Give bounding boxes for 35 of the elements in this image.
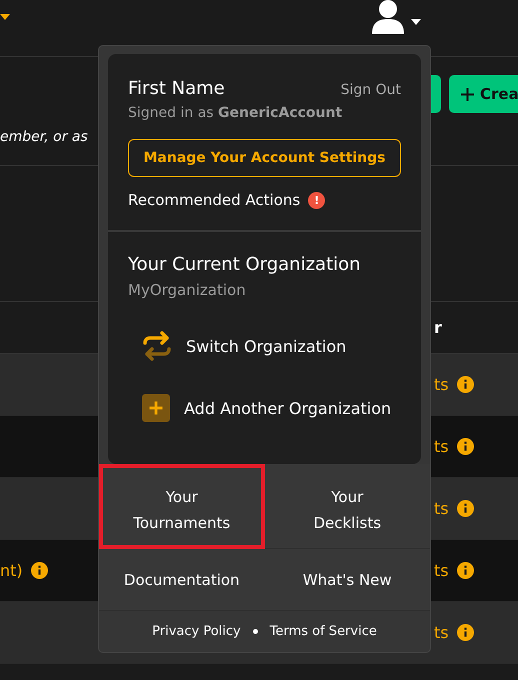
info-icon bbox=[30, 562, 48, 579]
intro-text: ember, or as bbox=[0, 129, 88, 145]
sign-out-link[interactable]: Sign Out bbox=[340, 82, 401, 98]
table-cell: nt) bbox=[0, 561, 23, 580]
recommended-actions-link[interactable]: Recommended Actions bbox=[128, 191, 300, 209]
account-settings-button[interactable]: Manage Your Account Settings bbox=[128, 139, 401, 177]
table-cell: ts bbox=[434, 499, 449, 518]
table-cell: ts bbox=[434, 437, 449, 456]
info-icon bbox=[456, 500, 474, 517]
footer-link[interactable]: Terms of Service bbox=[270, 624, 377, 639]
menu-tile[interactable]: Your Tournaments bbox=[99, 464, 264, 549]
caret-icon[interactable] bbox=[0, 14, 10, 20]
swap-arrows-icon bbox=[142, 331, 172, 361]
plus-square-icon bbox=[142, 394, 170, 422]
signed-in-text: Signed in as GenericAccount bbox=[128, 105, 344, 121]
separator-dot bbox=[252, 629, 258, 634]
plus-icon bbox=[461, 88, 474, 100]
organization-action[interactable]: Add Another Organization bbox=[128, 377, 401, 439]
info-icon bbox=[456, 624, 474, 641]
organization-title: Your Current Organization bbox=[128, 254, 362, 275]
info-icon bbox=[456, 562, 474, 579]
caret-icon[interactable] bbox=[411, 19, 421, 25]
organization-action[interactable]: Switch Organization bbox=[128, 315, 401, 377]
column-header: r bbox=[434, 318, 442, 337]
info-icon bbox=[456, 376, 474, 393]
alert-badge: ! bbox=[308, 192, 326, 208]
table-cell: ts bbox=[434, 623, 449, 642]
user-icon[interactable] bbox=[372, 0, 404, 34]
table-cell: ts bbox=[434, 375, 449, 394]
info-icon bbox=[456, 438, 474, 455]
create-button[interactable]: Crea bbox=[449, 75, 518, 113]
user-name: First Name bbox=[128, 78, 225, 99]
organization-name: MyOrganization bbox=[128, 281, 247, 299]
table-cell: ts bbox=[434, 561, 449, 580]
footer-link[interactable]: Privacy Policy bbox=[152, 624, 241, 639]
